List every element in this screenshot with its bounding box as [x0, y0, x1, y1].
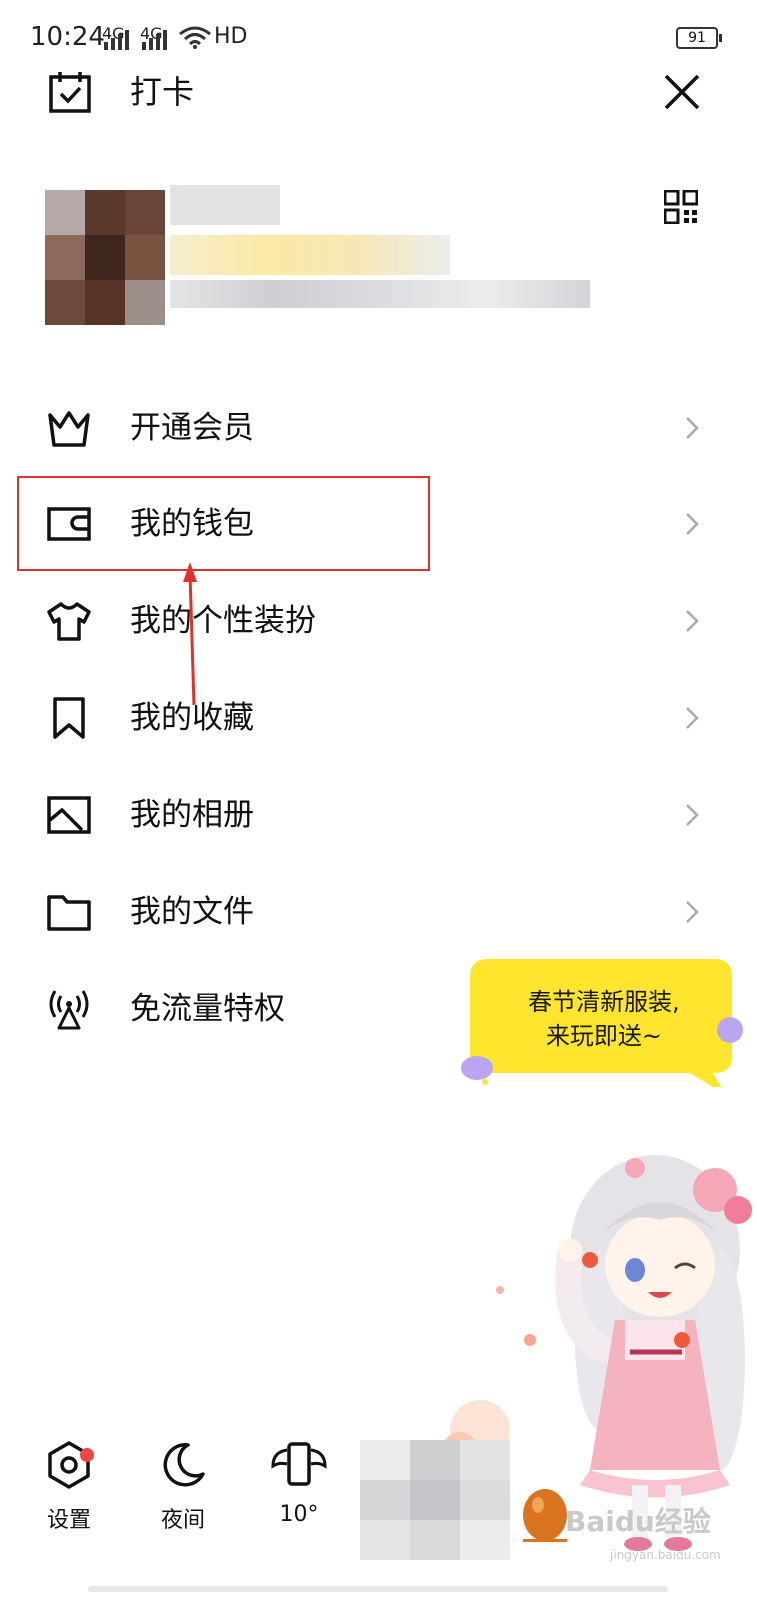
home-indicator [88, 1586, 668, 1592]
promo-text[interactable]: 春节清新服装, 来玩即送~ [496, 985, 712, 1053]
cell-signal-icon [104, 30, 129, 50]
menu-label: 我的文件 [130, 894, 254, 930]
promo-line-2: 来玩即送~ [545, 1022, 663, 1050]
sparkle-decoration [461, 1056, 493, 1085]
menu-item-vip[interactable]: 开通会员 [0, 380, 757, 476]
close-icon[interactable] [660, 70, 704, 114]
profile-card[interactable] [20, 180, 620, 340]
menu-item-favorites[interactable]: 我的收藏 [0, 670, 757, 766]
chevron-right-icon [686, 417, 699, 439]
chevron-right-icon [686, 513, 699, 535]
qr-code-icon[interactable] [664, 190, 698, 224]
tshirt-icon [47, 602, 91, 641]
sparkle-decoration-2 [717, 1017, 743, 1043]
third-label: 10° [279, 1502, 319, 1527]
bookmark-icon [53, 697, 85, 739]
signature-mosaic [170, 280, 590, 308]
menu-item-personalize[interactable]: 我的个性装扮 [0, 573, 757, 669]
avatar[interactable] [45, 190, 165, 325]
menu-label: 免流量特权 [130, 991, 285, 1027]
weather-button[interactable]: 10° [254, 1440, 344, 1550]
winged-phone-icon [271, 1442, 327, 1486]
cell-signal-icon-2 [142, 30, 167, 50]
photo-album-icon [47, 796, 91, 834]
night-mode-button[interactable]: 夜间 [138, 1440, 228, 1550]
checkin-label[interactable]: 打卡 [130, 70, 194, 114]
settings-label: 设置 [46, 1508, 91, 1533]
menu-item-files[interactable]: 我的文件 [0, 864, 757, 960]
highlight-box [17, 476, 430, 571]
chevron-right-icon [686, 901, 699, 923]
watermark-sub: jingyan.baidu.com [610, 1548, 721, 1562]
chevron-right-icon [686, 804, 699, 826]
battery-indicator: 91 [676, 27, 722, 49]
folder-icon [47, 895, 91, 931]
menu-label: 我的个性装扮 [130, 603, 316, 639]
vip-badge-mosaic [170, 235, 450, 275]
calendar-check-icon[interactable] [48, 70, 92, 114]
menu-label: 开通会员 [130, 410, 254, 446]
annotation-arrow-icon [183, 562, 197, 706]
username-mosaic [170, 185, 280, 225]
blurred-item-mosaic [360, 1440, 510, 1560]
wifi-icon [179, 26, 211, 49]
menu-item-album[interactable]: 我的相册 [0, 767, 757, 863]
status-bar: 10:24 4G 4G HD 91 [0, 0, 757, 72]
moon-icon [163, 1443, 205, 1487]
menu-label: 我的相册 [130, 797, 254, 833]
hd-label: HD [214, 24, 248, 49]
promo-line-1: 春节清新服装, [528, 988, 680, 1016]
crown-icon [48, 411, 90, 447]
settings-button[interactable]: 设置 [24, 1440, 114, 1550]
signal-tower-icon [49, 990, 89, 1030]
status-time: 10:24 [30, 22, 105, 52]
night-label: 夜间 [160, 1508, 205, 1533]
notification-dot [80, 1448, 94, 1462]
chevron-right-icon [686, 707, 699, 729]
chevron-right-icon [686, 610, 699, 632]
